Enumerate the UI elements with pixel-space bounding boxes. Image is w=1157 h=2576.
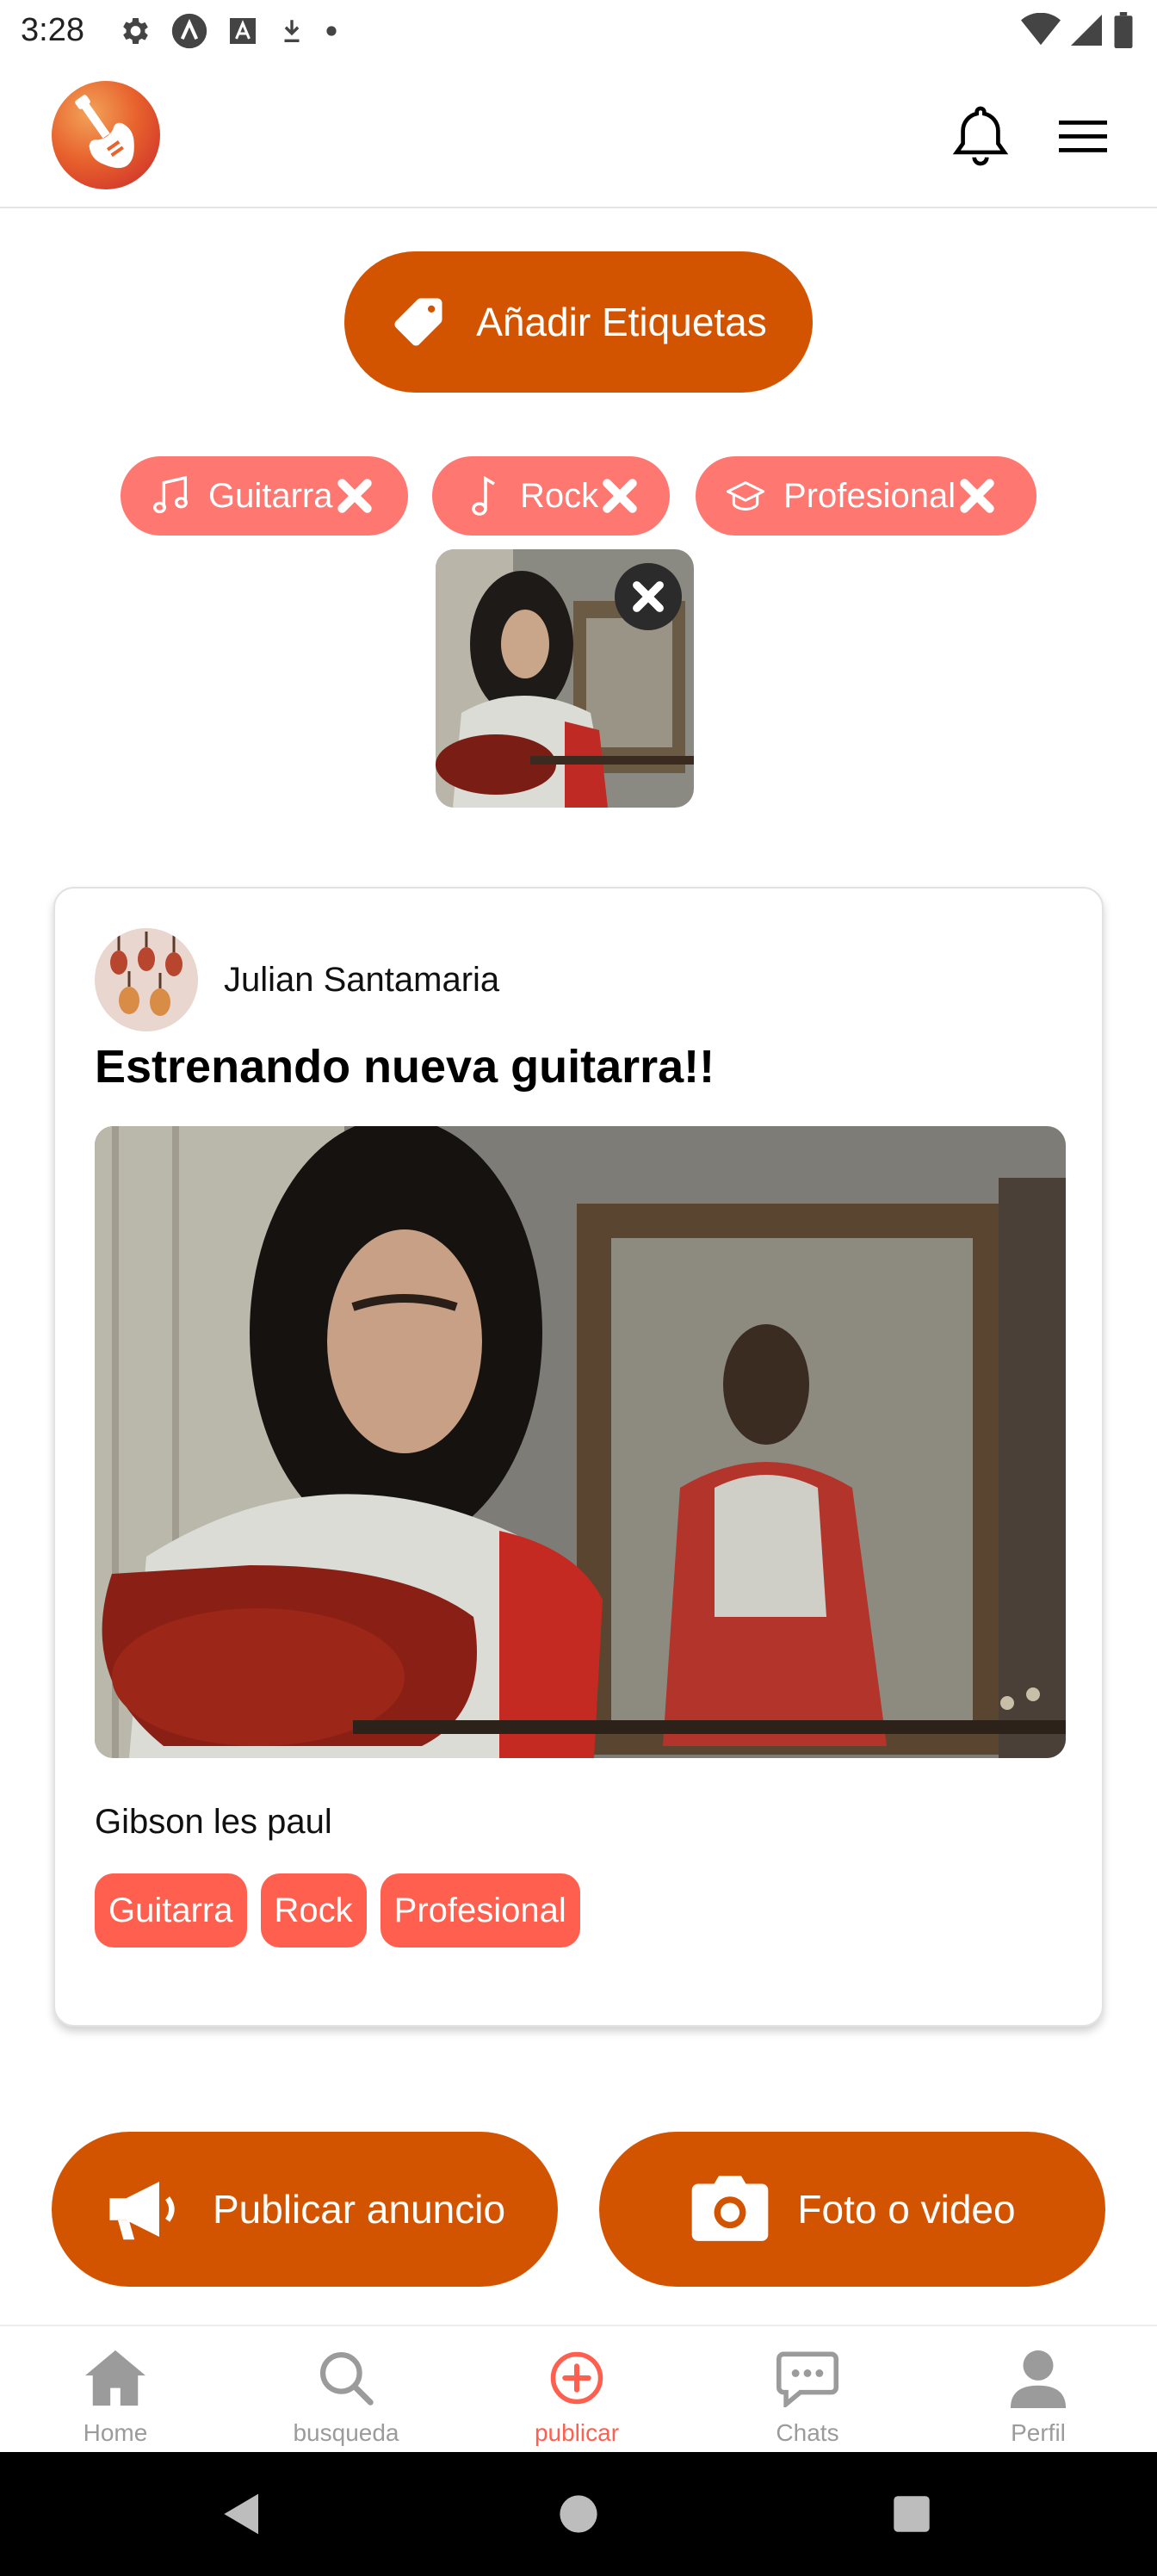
a-square-icon [227,15,258,46]
post-title: Estrenando nueva guitarra!! [95,1041,715,1093]
post-author[interactable]: Julian Santamaria [224,961,499,1000]
post-tag-profesional[interactable]: Profesional [380,1873,580,1947]
dot-icon [325,25,337,37]
megaphone-icon [109,2182,175,2240]
bell-icon [952,106,1009,166]
gear-icon [117,14,152,48]
nav-home[interactable]: Home [0,2326,231,2454]
nav-label: Perfil [1011,2419,1066,2446]
photo-video-label: Foto o video [797,2187,1016,2232]
search-icon [317,2344,375,2412]
close-icon[interactable] [335,476,374,516]
a-circle-icon [170,12,208,50]
single-note-icon [461,474,503,518]
status-icons-right [1021,12,1135,53]
notifications-button[interactable] [950,102,1011,170]
post-image[interactable] [95,1126,1066,1758]
nav-busqueda[interactable]: busqueda [231,2326,461,2454]
app-header [0,62,1157,208]
nav-label: publicar [534,2419,620,2446]
chip-label: Guitarra [208,476,333,515]
close-icon [633,581,664,612]
close-icon[interactable] [957,476,997,516]
system-navigation-bar [0,2452,1157,2576]
back-icon[interactable] [219,2486,262,2542]
status-icons-left [117,12,337,50]
home-icon [83,2344,148,2412]
chip-label: Profesional [783,476,956,515]
music-note-icon [150,474,191,518]
graduation-cap-icon [725,474,766,518]
post-tags: Guitarra Rock Profesional [95,1873,580,1947]
post-preview-card: Julian Santamaria Estrenando nueva guita… [53,887,1104,2027]
chip-label: Rock [520,476,599,515]
avatar[interactable] [95,928,198,1031]
nav-chats[interactable]: Chats [692,2326,923,2454]
post-description: Gibson les paul [95,1803,332,1841]
recents-square-icon[interactable] [890,2486,933,2542]
nav-label: Home [83,2419,148,2446]
menu-button[interactable] [1055,112,1111,160]
wifi-icon [1021,12,1061,52]
remove-photo-button[interactable] [615,563,682,630]
nav-publicar[interactable]: publicar [461,2326,692,2454]
person-icon [1010,2344,1067,2412]
chip-rock[interactable]: Rock [432,456,670,536]
home-circle-icon[interactable] [556,2486,601,2542]
download-icon [277,16,306,46]
publish-ad-label: Publicar anuncio [212,2187,506,2232]
bottom-navigation: Home busqueda publicar Chats Perfil [0,2325,1157,2452]
hamburger-menu-icon [1059,121,1107,152]
cell-signal-icon [1069,13,1104,52]
post-tag-guitarra[interactable]: Guitarra [95,1873,247,1947]
chip-guitarra[interactable]: Guitarra [121,456,408,536]
chat-icon [776,2344,838,2412]
photo-video-button[interactable]: Foto o video [599,2132,1105,2287]
tag-icon [394,298,442,346]
nav-label: Chats [776,2419,839,2446]
close-icon[interactable] [600,476,640,516]
post-tag-rock[interactable]: Rock [260,1873,367,1947]
status-time: 3:28 [21,12,84,48]
camera-icon [692,2176,769,2241]
guitar-logo-icon[interactable] [52,81,160,189]
selected-tags: Guitarra Rock Profesional [0,456,1157,536]
chip-profesional[interactable]: Profesional [696,456,1036,536]
status-bar: 3:28 [0,0,1157,62]
battery-icon [1112,12,1135,53]
publish-ad-button[interactable]: Publicar anuncio [52,2132,558,2287]
add-tags-label: Añadir Etiquetas [476,300,767,344]
nav-perfil[interactable]: Perfil [923,2326,1154,2454]
nav-label: busqueda [293,2419,399,2446]
add-tags-button[interactable]: Añadir Etiquetas [344,251,813,393]
plus-circle-icon [548,2344,605,2412]
